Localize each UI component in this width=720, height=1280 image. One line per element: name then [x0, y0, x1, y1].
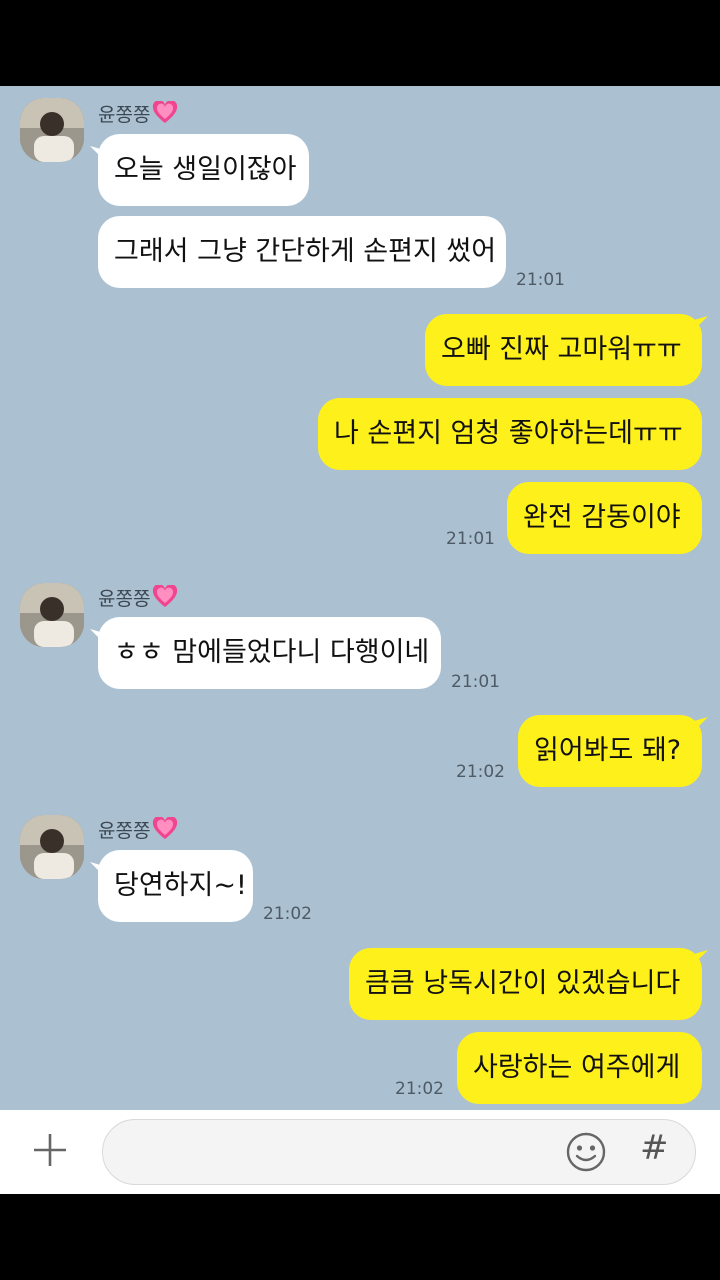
message-bubble-sent[interactable]: 오빠 진짜 고마워ㅠㅠ: [425, 314, 702, 386]
bubble-tail: [90, 146, 104, 160]
contact-avatar[interactable]: [20, 98, 84, 162]
message-bubble-sent[interactable]: 큼큼 낭독시간이 있겠습니다: [349, 948, 702, 1020]
plus-icon[interactable]: [30, 1130, 70, 1170]
message-time: 21:01: [446, 529, 495, 549]
message-bubble-sent[interactable]: 나 손편지 엄청 좋아하는데ㅠㅠ: [318, 398, 702, 470]
message-text: ㅎㅎ 맘에들었다니 다행이네: [114, 637, 430, 668]
hashtag-search-button[interactable]: #: [640, 1128, 669, 1168]
message-text: 사랑하는 여주에게: [473, 1052, 681, 1083]
message-text: 당연하지~!: [114, 870, 247, 901]
navigation-bar: [0, 1194, 720, 1280]
message-text: 오빠 진짜 고마워ㅠㅠ: [441, 334, 682, 365]
contact-name: 윤쫑쫑: [98, 584, 178, 614]
message-bubble-sent[interactable]: 사랑하는 여주에게: [457, 1032, 702, 1104]
contact-name: 윤쫑쫑: [98, 100, 178, 130]
pink-sparkling-heart-icon: [152, 816, 178, 846]
bubble-tail: [90, 629, 104, 643]
message-time: 21:02: [456, 762, 505, 782]
contact-name: 윤쫑쫑: [98, 816, 178, 846]
chat-area[interactable]: 윤쫑쫑 오늘 생일이잖아 그래서 그냥 간단하게 손편지 썼어 21:01 오빠…: [0, 86, 720, 1110]
message-time: 21:02: [395, 1079, 444, 1099]
message-time: 21:01: [451, 672, 500, 692]
message-text: 읽어봐도 돼?: [534, 735, 682, 766]
message-bubble-received[interactable]: ㅎㅎ 맘에들었다니 다행이네: [98, 617, 441, 689]
message-text: 그래서 그냥 간단하게 손편지 썼어: [114, 236, 497, 267]
message-text: 완전 감동이야: [523, 502, 681, 533]
status-bar: [0, 0, 720, 86]
message-bubble-sent[interactable]: 완전 감동이야: [507, 482, 702, 554]
message-input-bar: #: [0, 1110, 720, 1194]
contact-avatar[interactable]: [20, 815, 84, 879]
message-bubble-received[interactable]: 그래서 그냥 간단하게 손편지 썼어: [98, 216, 506, 288]
message-time: 21:02: [263, 904, 312, 924]
bubble-tail: [694, 950, 708, 964]
message-text: 나 손편지 엄청 좋아하는데ㅠㅠ: [334, 418, 683, 449]
message-text: 오늘 생일이잖아: [114, 154, 297, 185]
message-text: 큼큼 낭독시간이 있겠습니다: [365, 968, 681, 999]
message-bubble-received[interactable]: 오늘 생일이잖아: [98, 134, 309, 206]
bubble-tail: [90, 862, 104, 876]
contact-avatar[interactable]: [20, 583, 84, 647]
pink-sparkling-heart-icon: [152, 584, 178, 614]
message-bubble-received[interactable]: 당연하지~!: [98, 850, 253, 922]
message-bubble-sent[interactable]: 읽어봐도 돼?: [518, 715, 702, 787]
bubble-tail: [694, 717, 708, 731]
message-time: 21:01: [516, 270, 565, 290]
bubble-tail: [694, 316, 708, 330]
pink-sparkling-heart-icon: [152, 100, 178, 130]
smile-icon[interactable]: [564, 1130, 608, 1174]
